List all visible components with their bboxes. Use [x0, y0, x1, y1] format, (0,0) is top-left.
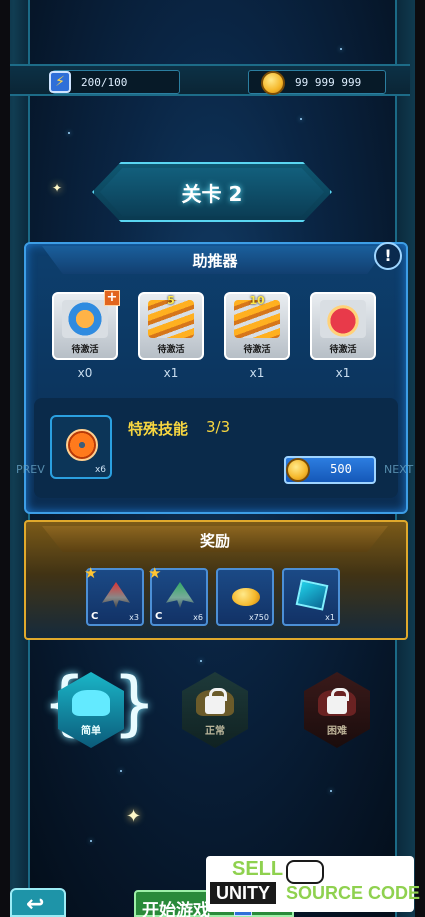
- left-edge: [0, 0, 10, 917]
- bg-star: [120, 770, 122, 772]
- heart-icon: [320, 300, 366, 338]
- coin-value: 99 999 999: [295, 76, 362, 89]
- prev-button[interactable]: PREV: [16, 463, 45, 476]
- stage-title: 关卡 2: [181, 182, 243, 206]
- difficulty-label: 困难: [327, 726, 347, 737]
- crate-icon: [295, 579, 329, 611]
- booster-label: 待激活: [71, 345, 99, 355]
- reward-count: x750: [248, 613, 269, 622]
- booster-count: x0: [77, 366, 93, 380]
- start-label: 开始游戏: [142, 901, 210, 917]
- bg-star: [90, 840, 92, 842]
- skill-name: 特殊技能: [128, 420, 189, 438]
- skill-icon-count: x6: [94, 465, 106, 475]
- reward-item[interactable]: x1: [282, 568, 340, 626]
- lock-icon: [205, 688, 227, 714]
- next-button[interactable]: NEXT: [384, 463, 413, 476]
- buy-price: 500: [330, 462, 352, 476]
- booster-label: 待激活: [243, 345, 271, 355]
- reward-count: x1: [325, 613, 335, 622]
- coins-icon: [232, 588, 260, 606]
- lock-icon: [327, 688, 349, 714]
- coin-icon: [286, 458, 310, 482]
- difficulty-hard[interactable]: 困难: [292, 660, 382, 756]
- booster-rank-5[interactable]: 5 待激活: [138, 292, 204, 360]
- energy-icon: ⚡: [49, 71, 71, 93]
- back-button[interactable]: ↩: [10, 888, 66, 917]
- energy-counter[interactable]: ⚡ 200/100: [49, 70, 180, 94]
- reward-item[interactable]: ★ C x3: [84, 564, 144, 626]
- right-edge: [415, 0, 425, 917]
- booster-label: 待激活: [329, 345, 357, 355]
- booster-title: 助推器: [192, 252, 238, 270]
- reward-item[interactable]: ★ C x6: [148, 564, 208, 626]
- booster-rank-10[interactable]: 10 待激活: [224, 292, 290, 360]
- difficulty-label: 正常: [205, 726, 225, 737]
- plus-icon[interactable]: +: [104, 290, 120, 306]
- booster-heart[interactable]: 待激活: [310, 292, 376, 360]
- booster-shield[interactable]: + 待激活: [52, 290, 120, 360]
- shield-icon: [62, 300, 108, 338]
- booster-count: x1: [249, 366, 265, 380]
- reward-count: x3: [129, 613, 139, 622]
- booster-count: x1: [163, 366, 179, 380]
- reward-grade: C: [91, 611, 99, 622]
- green-ship-icon: [166, 582, 194, 608]
- coin-counter[interactable]: 99 999 999: [248, 70, 386, 95]
- info-button[interactable]: !: [374, 242, 402, 270]
- skill-uses: 3/3: [206, 418, 231, 436]
- bg-star: [300, 118, 302, 120]
- sparkle-icon: ✦: [52, 181, 63, 195]
- red-ship-icon: [102, 582, 130, 608]
- bg-star: [330, 790, 332, 792]
- bg-star: [68, 132, 70, 134]
- difficulty-label: 简单: [81, 726, 101, 737]
- difficulty-easy[interactable]: 简单: [46, 660, 136, 756]
- difficulty-normal[interactable]: 正常: [170, 660, 260, 756]
- watermark-source: SOURCE CODE: [286, 883, 421, 903]
- coin-icon: [261, 71, 285, 95]
- star-icon: ★: [148, 564, 162, 582]
- monster-icon: [72, 690, 110, 716]
- reward-grade: C: [155, 611, 163, 622]
- energy-value: 200/100: [81, 76, 128, 89]
- reward-item[interactable]: x750: [216, 568, 274, 626]
- booster-level: 10: [249, 294, 265, 307]
- bg-star: [340, 48, 342, 50]
- booster-count: x1: [335, 366, 351, 380]
- booster-level: 5: [167, 294, 175, 307]
- back-arrow-icon: ↩: [26, 892, 45, 917]
- reward-title: 奖励: [199, 532, 230, 550]
- buy-skill-button[interactable]: 500: [284, 456, 376, 484]
- level-select-screen: ✦ ✦ ⚡ 200/100 99 999 999 关卡 2 助推器 ! + 待激…: [0, 0, 425, 917]
- booster-label: 待激活: [157, 345, 185, 355]
- sparkle-icon: ✦: [126, 806, 142, 827]
- nuke-icon: [66, 429, 98, 461]
- watermark-unity: UNITY: [210, 882, 276, 904]
- star-icon: ★: [84, 564, 98, 582]
- resource-bar: ⚡ 200/100 99 999 999: [10, 64, 410, 96]
- reward-count: x6: [193, 613, 203, 622]
- special-skill-slot[interactable]: x6: [50, 415, 112, 479]
- watermark-sell: SELL: [232, 858, 284, 880]
- gamepad-icon: [286, 860, 324, 884]
